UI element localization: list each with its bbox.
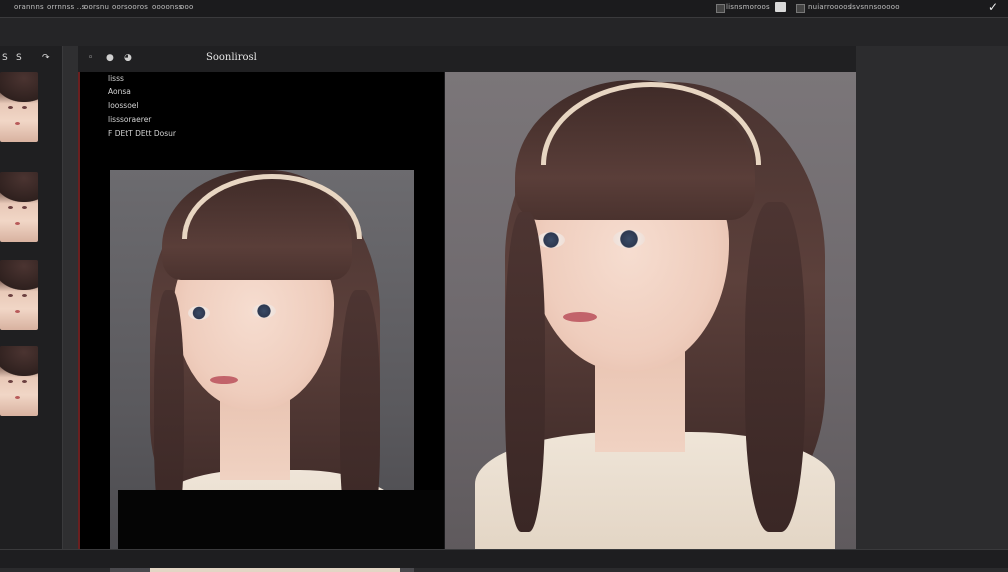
preview-image[interactable]	[445, 72, 856, 549]
thumbnail-sidebar: S S ↷	[0, 46, 62, 567]
portrait-figure-large	[445, 72, 856, 549]
menu-item-5[interactable]: oooonss	[152, 3, 182, 11]
overlay-bar	[118, 490, 444, 556]
option-label-2: nuiarroooos	[808, 3, 852, 11]
thumbnail-2[interactable]	[0, 172, 38, 242]
menu-item-1[interactable]: orannns	[14, 3, 44, 11]
layer-item-3[interactable]: Ioossoel	[108, 101, 139, 110]
secondary-toolbar	[0, 18, 1008, 46]
record-icon[interactable]: ●	[106, 53, 114, 63]
menu-item-4[interactable]: oorsooros	[112, 3, 148, 11]
option-checkbox-1[interactable]	[716, 4, 725, 13]
mask-icon[interactable]: ◕	[124, 53, 132, 63]
menu-item-6[interactable]: ooo	[180, 3, 193, 11]
panel-header: ◦ ● ◕ Soonlirosl	[78, 46, 856, 72]
source-canvas[interactable]: lisss Aonsa Ioossoel lisssoraerer F DEtT…	[78, 72, 444, 572]
sidebar-divider	[62, 46, 79, 567]
check-icon[interactable]: ✓	[988, 0, 998, 14]
collapse-icon[interactable]: ◦	[88, 53, 93, 63]
option-label-3: lsvsnnsooooo	[850, 3, 900, 11]
image-icon[interactable]	[775, 2, 786, 12]
panel-title: Soonlirosl	[206, 52, 257, 63]
layer-item-5[interactable]: F DEtT DEtt Dosur	[108, 129, 176, 138]
layer-item-4[interactable]: lisssoraerer	[108, 115, 151, 124]
option-label-1: lisnsmoroos	[726, 3, 770, 11]
thumbnail-4[interactable]	[0, 346, 38, 416]
layer-item-1[interactable]: lisss	[108, 74, 124, 83]
menu-bar: orannns orrnnss ..s oorsnu oorsooros ooo…	[0, 0, 1008, 18]
sidebar-tab-2[interactable]: S	[16, 53, 22, 63]
layer-item-2[interactable]: Aonsa	[108, 87, 131, 96]
menu-item-2[interactable]: orrnnss ..s	[47, 3, 85, 11]
right-panel	[856, 46, 1008, 567]
sidebar-tab-3[interactable]: ↷	[42, 53, 50, 63]
editor-panel: ◦ ● ◕ Soonlirosl lisss Aonsa Ioossoel li…	[78, 46, 856, 572]
option-checkbox-2[interactable]	[796, 4, 805, 13]
thumbnail-3[interactable]	[0, 260, 38, 330]
menu-item-3[interactable]: oorsnu	[84, 3, 109, 11]
status-bar	[0, 549, 1008, 568]
sidebar-tab-1[interactable]: S	[2, 53, 8, 63]
thumbnail-1[interactable]	[0, 72, 38, 142]
